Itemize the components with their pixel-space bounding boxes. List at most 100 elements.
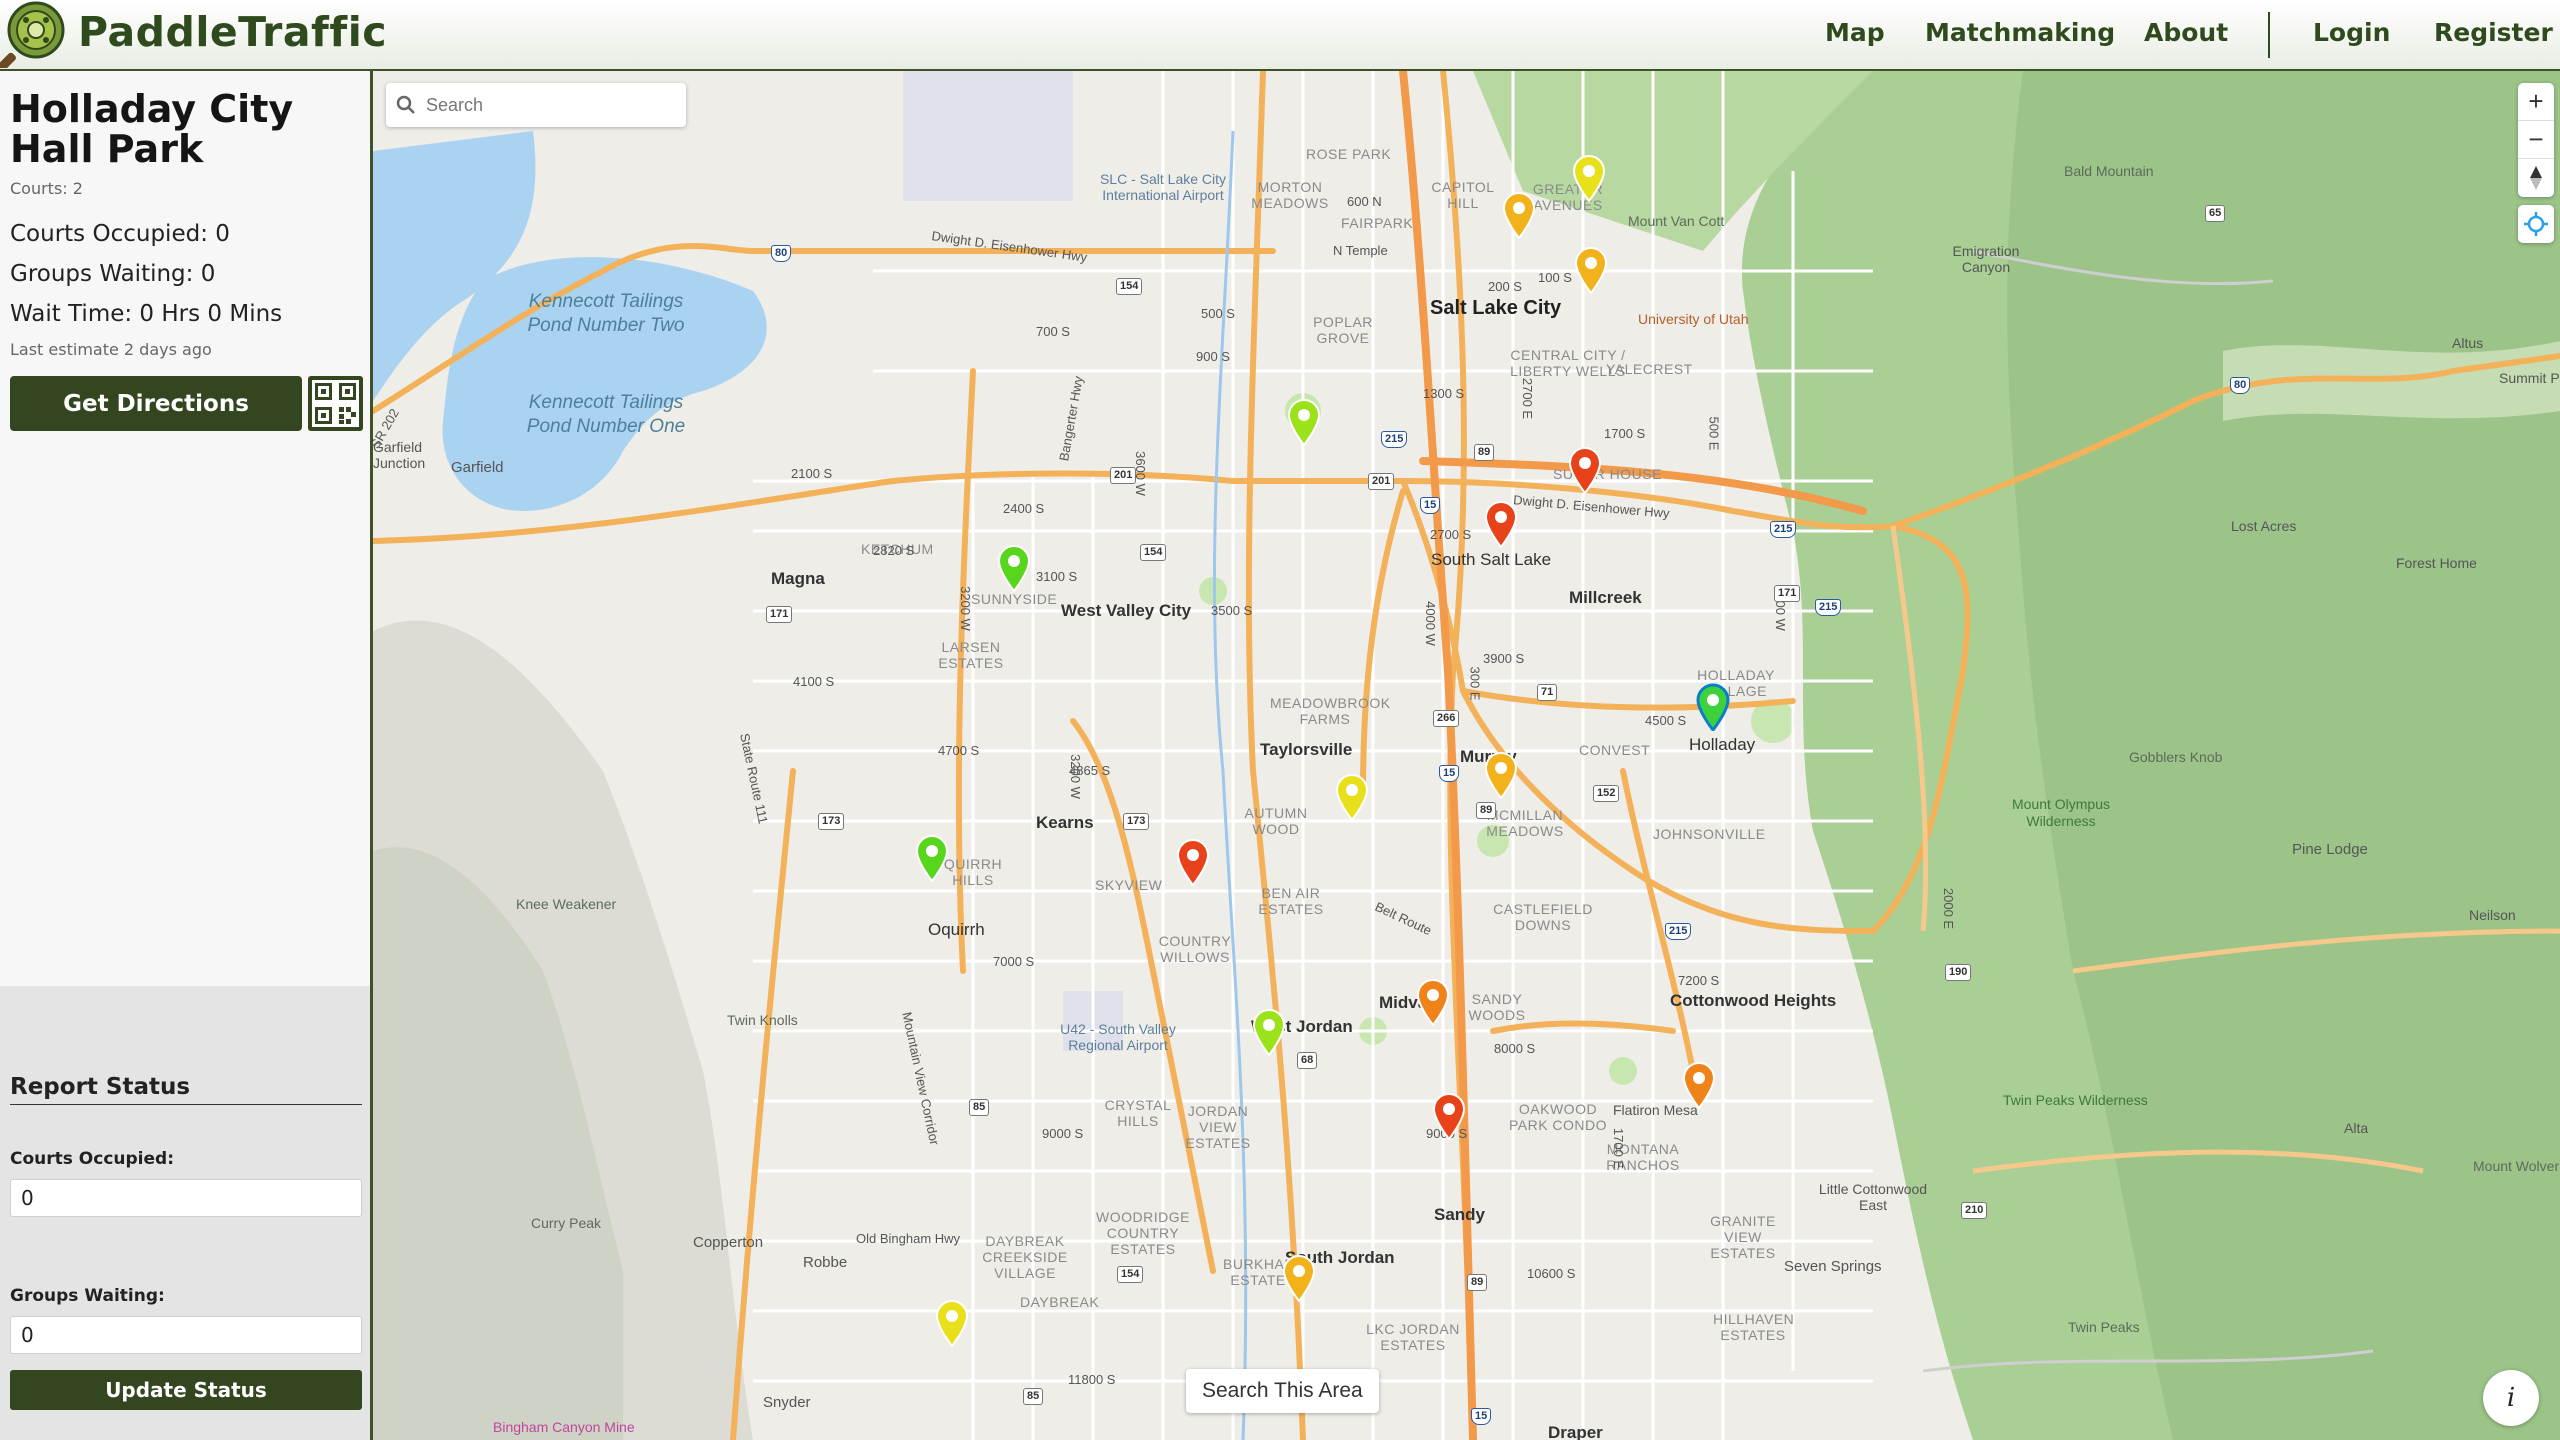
court-pin[interactable] (914, 834, 950, 883)
highway-shield: 15 (1471, 1408, 1492, 1425)
label-sandy: Sandy (1434, 1205, 1486, 1224)
court-pin[interactable] (934, 1299, 970, 1348)
label-tailings-pond-two: Kennecott Tailings Pond Number Two (527, 291, 685, 336)
highway-shield: 85 (1023, 1388, 1044, 1405)
court-pin[interactable] (996, 544, 1032, 593)
label-capitol-hill: CAPITOL HILL (1431, 179, 1495, 211)
street-label: 100 S (1538, 270, 1572, 285)
label-copperton: Copperton (693, 1234, 764, 1251)
highway-shield: 266 (1433, 710, 1460, 727)
street-label: 300 E (1467, 666, 1483, 701)
street-label: 2400 S (1003, 501, 1045, 516)
street-label: 9000 S (1042, 1126, 1084, 1141)
label-west-valley-city: West Valley City (1061, 601, 1192, 620)
info-button[interactable]: i (2483, 1370, 2539, 1426)
street-label: 4100 S (793, 674, 835, 689)
app-header: PaddleTraffic Map Matchmaking About Logi… (0, 0, 2560, 71)
highway-shield: 15 (1420, 497, 1441, 514)
label-granite-view-estates: GRANITE VIEW ESTATES (1710, 1213, 1776, 1261)
label-johnsonville: JOHNSONVILLE (1653, 826, 1766, 842)
map-search[interactable] (386, 83, 686, 127)
label-emigration-canyon: Emigration Canyon (1952, 243, 2020, 275)
label-sunnyside: SUNNYSIDE (971, 591, 1058, 607)
label-morton-meadows: MORTON MEADOWS (1251, 179, 1329, 211)
court-pin[interactable] (1681, 1061, 1717, 1110)
geolocate-button[interactable] (2518, 205, 2554, 243)
zoom-in-button[interactable]: + (2518, 83, 2554, 121)
street-label: 200 S (1488, 279, 1522, 294)
court-pin[interactable] (1175, 838, 1211, 887)
label-rose-park: ROSE PARK (1306, 146, 1392, 162)
court-pin[interactable] (1415, 978, 1451, 1027)
highway-shield: 154 (1140, 544, 1167, 561)
street-label: 900 S (1196, 349, 1230, 364)
nav-about[interactable]: About (2144, 18, 2228, 47)
label-cottonwood-heights: Cottonwood Heights (1670, 991, 1837, 1010)
nav-register[interactable]: Register (2434, 18, 2553, 47)
qr-code-icon[interactable] (308, 376, 363, 431)
street-label: 8000 S (1494, 1041, 1536, 1056)
street-label: 3200 W (1067, 754, 1083, 799)
court-pin[interactable] (1281, 1254, 1317, 1303)
nav-matchmaking[interactable]: Matchmaking (1925, 18, 2115, 47)
court-pin[interactable] (1573, 246, 1609, 295)
court-pin[interactable] (1501, 191, 1537, 240)
label-summit-park: Summit Park (2499, 370, 2560, 386)
label-taylorsville: Taylorsville (1260, 740, 1353, 759)
label-salt-lake-city: Salt Lake City (1430, 297, 1562, 319)
compass-button[interactable] (2518, 159, 2554, 197)
label-oquirrh: Oquirrh (928, 920, 985, 939)
court-pin-selected[interactable] (1695, 683, 1731, 733)
map-search-input[interactable] (426, 91, 676, 119)
court-pin[interactable] (1483, 500, 1519, 549)
zoom-controls: + − (2518, 83, 2554, 197)
highway-shield: 173 (1123, 813, 1150, 830)
court-pin[interactable] (1286, 398, 1322, 447)
street-label: 1700 E (1611, 1127, 1627, 1170)
zoom-out-button[interactable]: − (2518, 121, 2554, 159)
get-directions-button[interactable]: Get Directions (10, 376, 302, 431)
search-this-area-button[interactable]: Search This Area (1186, 1369, 1379, 1413)
courts-occupied-input[interactable] (10, 1179, 362, 1217)
nav-login[interactable]: Login (2313, 18, 2390, 47)
label-knee-weakener: Knee Weakener (516, 896, 617, 912)
update-status-button[interactable]: Update Status (10, 1370, 362, 1410)
nav-map[interactable]: Map (1825, 18, 1885, 47)
label-convest: CONVEST (1579, 742, 1651, 758)
label-jordan-view-estates: JORDAN VIEW ESTATES (1185, 1103, 1251, 1151)
wait-time-stat: Wait Time: 0 Hrs 0 Mins (10, 301, 283, 327)
court-pin[interactable] (1251, 1008, 1287, 1057)
label-tailings-pond-one: Kennecott Tailings Pond Number One (526, 392, 686, 437)
map-view[interactable]: Salt Lake City West Valley City Magna Ke… (373, 71, 2560, 1440)
label-little-cottonwood-east: Little Cottonwood East (1818, 1181, 1928, 1213)
label-lost-acres: Lost Acres (2231, 518, 2297, 534)
paddle-logo-icon[interactable] (0, 0, 70, 68)
street-label: 2700 S (1430, 527, 1472, 542)
label-curry-peak: Curry Peak (531, 1215, 602, 1231)
label-autumn-wood: AUTUMN WOOD (1244, 805, 1308, 837)
street-label: 500 S (1201, 306, 1235, 321)
street-label: 1300 S (1423, 386, 1465, 401)
label-hillhaven-estates: HILLHAVEN ESTATES (1713, 1311, 1795, 1343)
court-sidebar: Holladay City Hall Park Courts: 2 Courts… (0, 71, 373, 1440)
courts-occupied-stat: Courts Occupied: 0 (10, 221, 230, 247)
label-ben-air-estates: BEN AIR ESTATES (1258, 885, 1324, 917)
label-fairpark: FAIRPARK (1341, 215, 1414, 231)
street-label: 7200 S (1678, 973, 1720, 988)
court-pin[interactable] (1567, 446, 1603, 495)
label-altus: Altus (2452, 335, 2484, 351)
brand-title[interactable]: PaddleTraffic (78, 8, 387, 56)
street-label: 500 E (1706, 416, 1722, 451)
label-gobblers-knob: Gobblers Knob (2129, 749, 2223, 765)
label-sandy-woods: SANDY WOODS (1468, 991, 1526, 1023)
court-pin[interactable] (1334, 773, 1370, 822)
label-castlefield-downs: CASTLEFIELD DOWNS (1493, 901, 1593, 933)
street-label: 4700 S (938, 743, 980, 758)
court-pin[interactable] (1431, 1092, 1467, 1141)
court-pin[interactable] (1571, 154, 1607, 203)
label-holladay: Holladay (1689, 735, 1756, 754)
street-label: 2820 S (873, 543, 915, 558)
label-bald-mountain: Bald Mountain (2064, 163, 2154, 179)
court-pin[interactable] (1483, 751, 1519, 800)
groups-waiting-input[interactable] (10, 1316, 362, 1354)
